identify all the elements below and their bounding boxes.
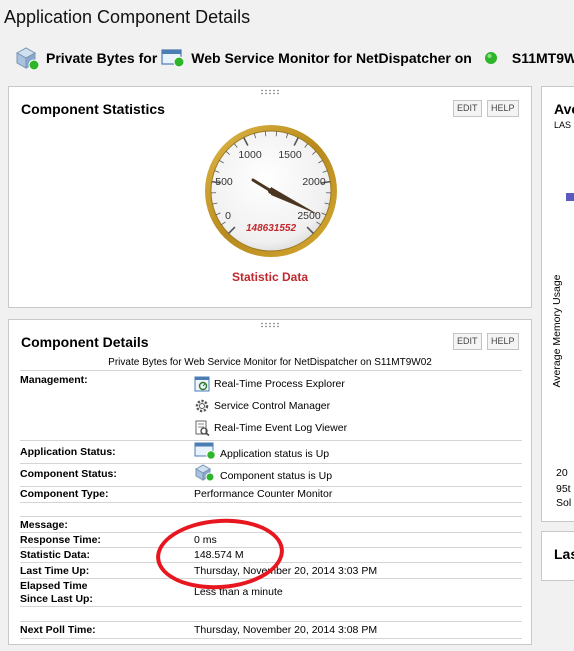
component-up-icon <box>194 464 216 482</box>
gauge-tick-label-2000: 2000 <box>302 176 326 188</box>
component-status-text: Component status is Up <box>220 470 333 482</box>
component-details-panel: Component Details EDIT HELP Private Byte… <box>8 319 532 645</box>
next-poll-label: Next Poll Time: <box>20 624 96 636</box>
panel-subtitle: LAS <box>554 120 572 130</box>
fragment-2: 95t <box>556 483 571 495</box>
application-status-text: Application status is Up <box>220 448 330 460</box>
subtitle-part1: Private Bytes for <box>46 50 158 66</box>
component-type-value: Performance Counter Monitor <box>194 488 333 500</box>
next-poll-value: Thursday, November 20, 2014 3:08 PM <box>194 624 378 636</box>
gauge-tick-label-1000: 1000 <box>238 149 262 161</box>
application-status-label: Application Status: <box>20 446 116 458</box>
application-up-icon <box>194 442 216 460</box>
management-label: Management: <box>20 374 88 386</box>
panel-title: Ave <box>554 101 574 117</box>
legend-swatch <box>566 193 574 201</box>
event-log-icon <box>194 420 210 436</box>
response-time-label: Response Time: <box>20 534 101 546</box>
gear-icon <box>194 398 210 414</box>
process-explorer-label: Real-Time Process Explorer <box>214 378 345 390</box>
gauge-tick-label-500: 500 <box>215 176 233 188</box>
status-up-icon <box>484 51 498 65</box>
panel-title: Las <box>554 546 574 562</box>
application-status-value[interactable]: Application status is Up <box>194 442 329 460</box>
component-icon <box>14 45 40 71</box>
fragment-3: Sol <box>556 497 572 509</box>
component-status-label: Component Status: <box>20 468 117 480</box>
panel-title: Component Statistics <box>21 101 165 117</box>
average-memory-panel: Ave LAS Average Memory Usage 20 95t Sol <box>541 86 574 522</box>
component-status-value[interactable]: Component status is Up <box>194 464 332 482</box>
component-subtitle: Private Bytes for Web Service Monitor fo… <box>14 44 574 72</box>
elapsed-time-label-2: Since Last Up: <box>20 593 93 605</box>
service-control-manager-label: Service Control Manager <box>214 400 331 412</box>
application-icon <box>161 47 185 69</box>
elapsed-time-label-1: Elapsed Time <box>20 580 88 592</box>
message-label: Message: <box>20 519 68 531</box>
gauge-tick-label-1500: 1500 <box>278 149 302 161</box>
subtitle-node: S11MT9W02 <box>511 50 574 66</box>
gauge-value: 148631552 <box>246 223 296 234</box>
gauge-tick-label-0: 0 <box>225 210 231 222</box>
help-button[interactable]: HELP <box>487 100 519 117</box>
y-axis-label: Average Memory Usage <box>551 274 563 388</box>
page-title: Application Component Details <box>4 7 251 27</box>
edit-button[interactable]: EDIT <box>453 100 482 117</box>
event-log-viewer-link[interactable]: Real-Time Event Log Viewer <box>194 420 347 436</box>
component-statistics-panel: Component Statistics EDIT HELP 0 500 100… <box>8 86 532 308</box>
last-time-up-label: Last Time Up: <box>20 565 90 577</box>
gauge-caption: Statistic Data <box>231 270 309 284</box>
process-explorer-link[interactable]: Real-Time Process Explorer <box>194 376 345 392</box>
process-explorer-icon <box>194 376 210 392</box>
statistic-data-label: Statistic Data: <box>20 549 91 561</box>
fragment-1: 20 <box>556 467 568 479</box>
last-panel: Las <box>541 531 574 581</box>
gauge-tick-label-2500: 2500 <box>297 210 321 222</box>
component-type-label: Component Type: <box>20 488 109 500</box>
subtitle-part2: Web Service Monitor for NetDispatcher on <box>191 50 472 66</box>
service-control-manager-link[interactable]: Service Control Manager <box>194 398 330 414</box>
drag-handle[interactable] <box>260 89 280 95</box>
gauge: 0 500 1000 1500 2000 2500 148631552 <box>205 125 337 257</box>
event-log-viewer-label: Real-Time Event Log Viewer <box>214 422 348 434</box>
